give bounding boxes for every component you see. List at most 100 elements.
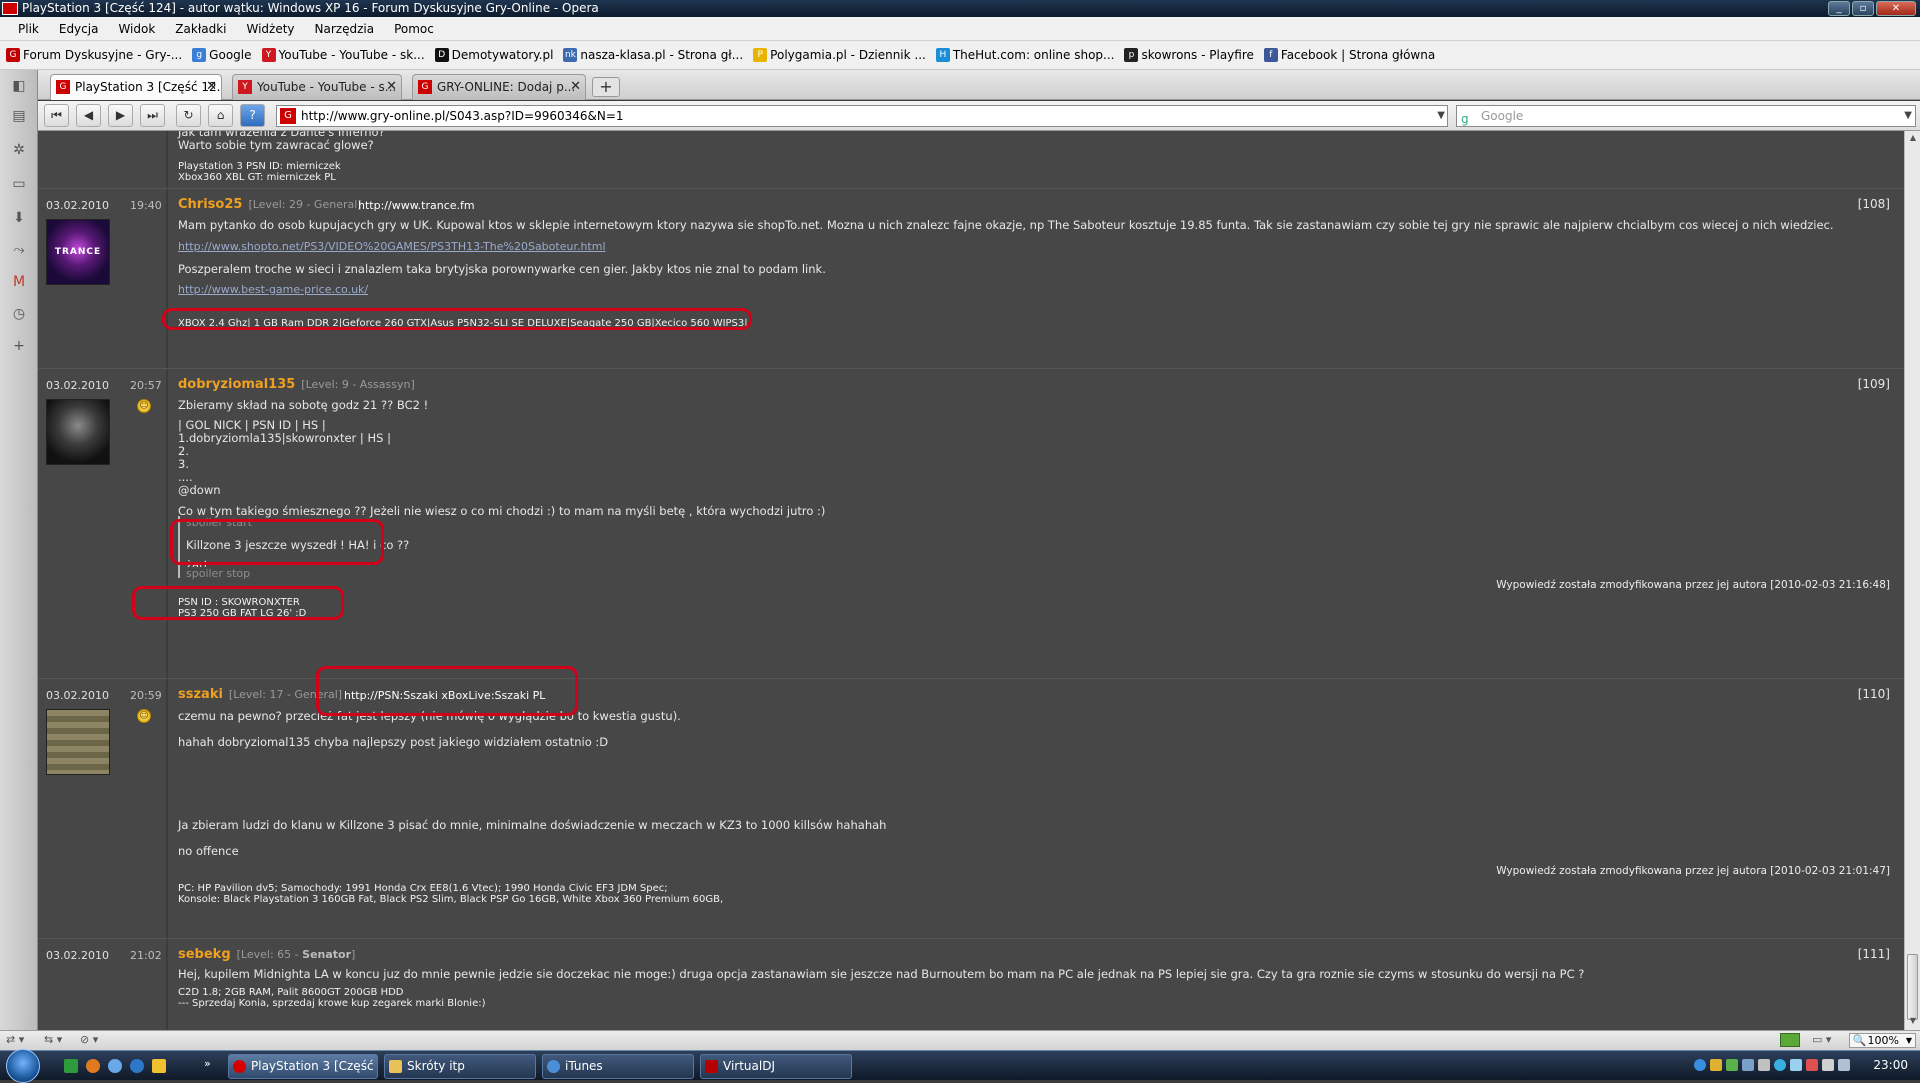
minimize-button[interactable]: _	[1828, 1, 1850, 16]
quicklaunch-expand-icon[interactable]: »	[204, 1057, 211, 1070]
notes-panel-icon[interactable]: ▭	[7, 172, 31, 196]
menu-widzety[interactable]: Widżety	[236, 22, 304, 36]
post-link[interactable]: http://www.shopto.net/PS3/VIDEO%20GAMES/…	[178, 240, 606, 253]
start-button[interactable]	[6, 1049, 40, 1083]
post-link[interactable]: http://www.best-game-price.co.uk/	[178, 283, 368, 296]
bookmark-polygamia[interactable]: P Polygamia.pl - Dziennik ...	[753, 48, 926, 62]
close-tab-icon[interactable]: ✕	[386, 75, 397, 99]
post-username[interactable]: dobryziomal135 [Level: 9 - Assassyn]	[178, 377, 415, 392]
menu-zakladki[interactable]: Zakładki	[165, 22, 236, 36]
avatar[interactable]: TRANCE	[46, 219, 110, 285]
youtube-icon: Y	[261, 48, 276, 62]
forward-icon[interactable]: ▶	[108, 104, 133, 127]
tray-icon[interactable]	[1742, 1059, 1754, 1071]
tab-playstation-forum[interactable]: G PlayStation 3 [Część 12... ✕	[50, 74, 222, 100]
back-icon[interactable]: ◀	[76, 104, 101, 127]
reload-icon[interactable]: ↻	[176, 104, 201, 127]
view-mode-icon[interactable]: ▭ ▾	[1812, 1033, 1831, 1046]
address-field[interactable]: G http://www.gry-online.pl/S043.asp?ID=9…	[276, 105, 1448, 127]
chevron-down-icon[interactable]: ▼	[1437, 106, 1445, 126]
tab-youtube[interactable]: Y YouTube - YouTube - s... ✕	[232, 74, 402, 100]
links-panel-icon[interactable]: ⤳	[7, 238, 31, 262]
menu-edycja[interactable]: Edycja	[49, 22, 109, 36]
post-time: 19:40	[130, 199, 162, 212]
post-number[interactable]: [108]	[1858, 197, 1890, 211]
help-icon[interactable]: ?	[240, 104, 265, 127]
bookmark-google[interactable]: g Google	[192, 48, 252, 62]
tray-icon[interactable]	[1694, 1059, 1706, 1071]
bookmark-demotywatory[interactable]: D Demotywatory.pl	[434, 48, 553, 62]
volume-icon[interactable]	[1790, 1059, 1802, 1071]
facebook-icon: f	[1263, 48, 1278, 62]
scroll-up-icon[interactable]: ▲	[1907, 133, 1919, 145]
taskbar-item-itunes[interactable]: iTunes	[542, 1054, 694, 1079]
network-icon[interactable]	[1758, 1059, 1770, 1071]
bookmarks-panel-icon[interactable]: ▤	[7, 104, 31, 128]
sync-icon[interactable]: ⇄ ▾	[6, 1033, 24, 1046]
tray-icon[interactable]	[1838, 1059, 1850, 1071]
menu-narzedzia[interactable]: Narzędzia	[305, 22, 385, 36]
zoom-control[interactable]: 🔍 100% ▼	[1848, 1033, 1916, 1048]
user-website[interactable]: http://www.trance.fm	[358, 199, 475, 212]
unite-icon[interactable]: ⇆ ▾	[44, 1033, 62, 1046]
post-number[interactable]: [111]	[1858, 947, 1890, 961]
post-date: 03.02.2010	[46, 689, 109, 702]
taskbar-item-skroty[interactable]: Skróty itp	[384, 1054, 536, 1079]
close-button[interactable]: ✕	[1876, 1, 1916, 16]
ie-icon[interactable]	[130, 1059, 144, 1073]
bookmark-nasza-klasa[interactable]: nk nasza-klasa.pl - Strona gł...	[563, 48, 743, 62]
close-tab-icon[interactable]: ✕	[206, 75, 217, 99]
history-panel-icon[interactable]: ◷	[7, 302, 31, 326]
panel-toggle-icon[interactable]: ◧	[7, 74, 31, 98]
add-panel-icon[interactable]: +	[7, 334, 31, 358]
winamp-icon[interactable]	[152, 1059, 166, 1073]
post-username[interactable]: sebekg [Level: 65 - Senator]	[178, 947, 355, 962]
vertical-scrollbar[interactable]: ▲ ▼	[1904, 131, 1920, 1030]
tray-icon[interactable]	[1806, 1059, 1818, 1071]
menu-pomoc[interactable]: Pomoc	[384, 22, 444, 36]
scroll-down-icon[interactable]: ▼	[1907, 1016, 1919, 1028]
menu-widok[interactable]: Widok	[108, 22, 165, 36]
post-number[interactable]: [110]	[1858, 687, 1890, 701]
post-date: 03.02.2010	[46, 949, 109, 962]
messenger-icon[interactable]	[108, 1059, 122, 1073]
home-icon[interactable]: ⌂	[208, 104, 233, 127]
taskbar-item-virtualdj[interactable]: VirtualDJ	[700, 1054, 852, 1079]
quicklaunch-icon[interactable]	[64, 1059, 78, 1073]
post-text: Zbieramy skład na sobotę godz 21 ?? BC2 …	[178, 398, 429, 412]
menu-plik[interactable]: Plik	[8, 22, 49, 36]
bookmark-playfire[interactable]: p skowrons - Playfire	[1124, 48, 1254, 62]
post-number[interactable]: [109]	[1858, 377, 1890, 391]
bookmark-facebook[interactable]: f Facebook | Strona główna	[1263, 48, 1435, 62]
tray-icon[interactable]	[1726, 1059, 1738, 1071]
firefox-icon[interactable]	[86, 1059, 100, 1073]
scrollbar-thumb[interactable]	[1907, 954, 1918, 1020]
tray-icon[interactable]	[1822, 1059, 1834, 1071]
rewind-icon[interactable]: ⏮	[44, 104, 69, 127]
clock[interactable]: 23:00	[1873, 1058, 1908, 1072]
fast-forward-icon[interactable]: ⏭	[140, 104, 165, 127]
bookmark-youtube[interactable]: Y YouTube - YouTube - sk...	[261, 48, 425, 62]
maximize-button[interactable]: ▫	[1852, 1, 1874, 16]
taskbar-item-opera[interactable]: PlayStation 3 [Część ...	[228, 1054, 378, 1079]
image-toggle-icon[interactable]	[1780, 1033, 1800, 1047]
chevron-down-icon[interactable]: ▼	[1904, 106, 1912, 126]
avatar[interactable]	[46, 709, 110, 775]
turbo-icon[interactable]: ⊘ ▾	[80, 1033, 98, 1046]
post-table: | GOL NICK | PSN ID | HS | 1.dobryziomla…	[178, 418, 391, 484]
mail-panel-icon[interactable]: M	[7, 270, 31, 294]
tray-icon[interactable]	[1774, 1059, 1786, 1071]
tray-icon[interactable]	[1710, 1059, 1722, 1071]
downloads-panel-icon[interactable]: ⬇	[7, 206, 31, 230]
post-text: Hej, kupilem Midnighta LA w koncu juz do…	[178, 967, 1585, 981]
search-field[interactable]: g Google ▼	[1456, 105, 1916, 127]
close-tab-icon[interactable]: ✕	[570, 75, 581, 99]
smiley-icon: ☺	[137, 709, 151, 723]
avatar[interactable]	[46, 399, 110, 465]
tab-gry-online-dodaj[interactable]: G GRY-ONLINE: Dodaj p... ✕	[412, 74, 586, 100]
widgets-panel-icon[interactable]: ✲	[7, 138, 31, 162]
bookmark-forum-gry-online[interactable]: G Forum Dyskusyjne - Gry-...	[6, 48, 182, 62]
new-tab-button[interactable]: +	[592, 77, 620, 97]
post-username[interactable]: Chriso25 [Level: 29 - General]	[178, 197, 362, 212]
bookmark-thehut[interactable]: H TheHut.com: online shop...	[935, 48, 1114, 62]
